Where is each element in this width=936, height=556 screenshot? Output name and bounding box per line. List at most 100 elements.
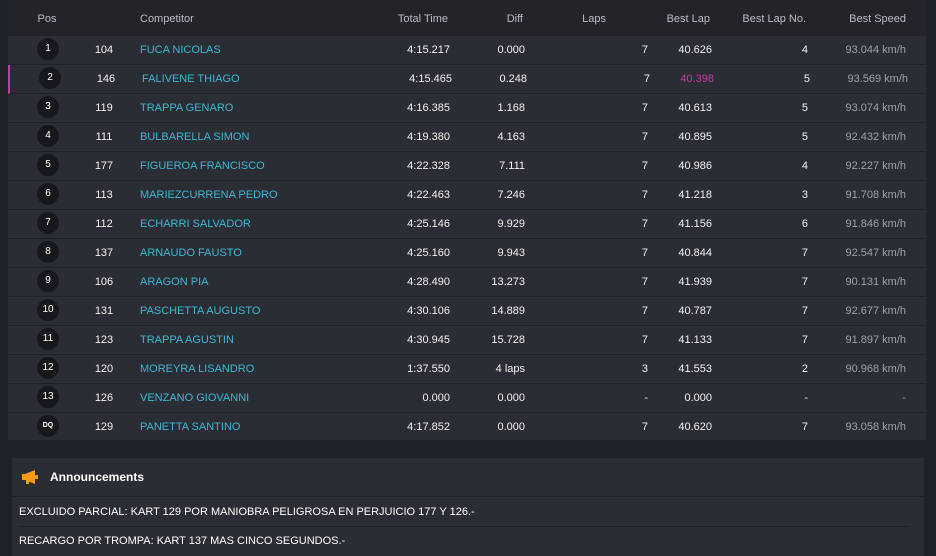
total-time: 1:37.550 [407,363,450,375]
position-badge: 2 [39,67,61,89]
competitor-name-link[interactable]: VENZANO GIOVANNI [140,384,360,412]
kart-number: 112 [95,218,113,230]
position-badge: 13 [37,386,59,408]
header-pos[interactable]: Pos [28,0,66,36]
best-speed: 91.846 km/h [845,218,906,230]
total-time: 4:19.380 [407,131,450,143]
table-row[interactable]: 4 111 BULBARELLA SIMON 4:19.380 4.163 7 40.895… [8,123,926,152]
competitor-name-link[interactable]: FALIVENE THIAGO [142,65,362,93]
competitor-name-link[interactable]: MARIEZCURRENA PEDRO [140,181,360,209]
kart-number: 106 [94,276,114,288]
header-best-lap-no[interactable]: Best Lap No. [708,0,806,36]
best-lap-number: 7 [801,276,808,288]
competitor-name-link[interactable]: FIGUEROA FRANCISCO [140,152,360,180]
best-lap-number: 5 [801,102,808,114]
table-row[interactable]: 1 104 FUCA NICOLAS 4:15.217 0.000 7 40.626 4 93.… [8,36,926,65]
kart-number: 123 [94,334,114,346]
table-header: Pos Competitor Total Time Diff Laps Best… [8,0,926,36]
position-badge: 3 [37,96,59,118]
best-speed: 93.569 km/h [847,73,908,85]
announcements-panel: Announcements EXCLUIDO PARCIAL: KART 129… [12,458,924,556]
header-best-lap[interactable]: Best Lap [628,0,710,36]
announcements-title: Announcements [50,470,145,484]
position-badge: 9 [37,270,59,292]
table-row[interactable]: 10 131 PASCHETTA AUGUSTO 4:30.106 14.889 7 40.… [8,297,926,326]
kart-number: 111 [95,131,113,143]
diff-value: 15.728 [491,334,525,346]
competitor-name-link[interactable]: TRAPPA GENARO [140,94,360,122]
total-time: 4:28.490 [407,276,450,288]
diff-value: 4.163 [497,131,525,143]
total-time: 4:30.106 [407,305,450,317]
megaphone-icon [22,470,38,484]
best-lap: 41.156 [678,218,712,230]
table-row[interactable]: 6 113 MARIEZCURRENA PEDRO 4:22.463 7.246 7 41.… [8,181,926,210]
header-laps[interactable]: Laps [528,0,606,36]
table-row[interactable]: 12 120 MOREYRA LISANDRO 1:37.550 4 laps 3 41.5… [8,355,926,384]
diff-value: 0.000 [497,392,525,404]
best-lap: 40.620 [678,421,712,433]
total-time: 4:22.463 [407,189,450,201]
competitor-name-link[interactable]: ARAGON PIA [140,268,360,296]
best-speed: 91.897 km/h [845,334,906,346]
position-badge: DQ [37,415,59,437]
best-lap-number: 7 [801,305,808,317]
best-lap: 0.000 [684,392,712,404]
best-speed: 93.074 km/h [845,102,906,114]
diff-value: 0.000 [497,44,525,56]
competitor-name-link[interactable]: BULBARELLA SIMON [140,123,360,151]
competitor-name-link[interactable]: MOREYRA LISANDRO [140,355,360,383]
header-best-speed[interactable]: Best Speed [798,0,906,36]
best-speed: 93.044 km/h [845,44,906,56]
best-lap: 40.895 [678,131,712,143]
position-badge: 7 [37,212,59,234]
best-lap: 40.613 [678,102,712,114]
position-badge: 1 [37,38,59,60]
table-row[interactable]: DQ 129 PANETTA SANTINO 4:17.852 0.000 7 40.620… [8,413,926,442]
competitor-name-link[interactable]: ECHARRI SALVADOR [140,210,360,238]
total-time: 4:30.945 [407,334,450,346]
diff-value: 4 laps [495,363,525,375]
best-lap-number: 6 [801,218,808,230]
table-row[interactable]: 11 123 TRAPPA AGUSTIN 4:30.945 15.728 7 41.133… [8,326,926,355]
competitor-name-link[interactable]: FUCA NICOLAS [140,36,360,64]
best-lap-number: 5 [803,73,810,85]
competitor-name-link[interactable]: TRAPPA AGUSTIN [140,326,360,354]
position-badge: 12 [37,357,59,379]
total-time: 4:16.385 [407,102,450,114]
total-time: 4:15.217 [407,44,450,56]
total-time: 4:15.465 [409,73,452,85]
competitor-name-link[interactable]: PASCHETTA AUGUSTO [140,297,360,325]
position-badge: 11 [37,328,59,350]
kart-number: 126 [94,392,114,404]
total-time: 4:22.328 [407,160,450,172]
kart-number: 137 [94,247,114,259]
diff-value: 9.929 [497,218,525,230]
best-speed: 92.547 km/h [845,247,906,259]
table-row[interactable]: 3 119 TRAPPA GENARO 4:16.385 1.168 7 40.613 5 93… [8,94,926,123]
best-speed: 90.968 km/h [845,363,906,375]
table-row[interactable]: 2 146 FALIVENE THIAGO 4:15.465 0.248 7 40.398 5… [8,65,926,94]
table-row[interactable]: 9 106 ARAGON PIA 4:28.490 13.273 7 41.939 7 90.1… [8,268,926,297]
competitor-name-link[interactable]: PANETTA SANTINO [140,413,360,441]
header-competitor[interactable]: Competitor [140,0,260,36]
header-total-time[interactable]: Total Time [360,0,448,36]
position-badge: 6 [37,183,59,205]
total-time: 4:17.852 [407,421,450,433]
best-lap: 41.218 [678,189,712,201]
best-lap: 40.398 [680,73,714,85]
best-lap-number: 3 [801,189,808,201]
best-lap: 40.844 [678,247,712,259]
competitor-name-link[interactable]: ARNAUDO FAUSTO [140,239,360,267]
table-row[interactable]: 5 177 FIGUEROA FRANCISCO 4:22.328 7.111 7 40.9… [8,152,926,181]
table-row[interactable]: 13 126 VENZANO GIOVANNI 0.000 0.000-0.000- - [8,384,926,413]
table-row[interactable]: 8 137 ARNAUDO FAUSTO 4:25.160 9.943 7 40.844 7 9… [8,239,926,268]
total-time: 0.000 [422,392,450,404]
diff-value: 7.246 [497,189,525,201]
best-speed: 90.131 km/h [845,276,906,288]
results-table: Pos Competitor Total Time Diff Laps Best… [8,0,926,442]
header-diff[interactable]: Diff [450,0,523,36]
announcement-message: EXCLUIDO PARCIAL: KART 129 POR MANIOBRA … [19,498,909,527]
announcement-message: RECARGO POR TROMPA: KART 137 MAS CINCO S… [19,535,346,547]
table-row[interactable]: 7 112 ECHARRI SALVADOR 4:25.146 9.929 7 41.156… [8,210,926,239]
